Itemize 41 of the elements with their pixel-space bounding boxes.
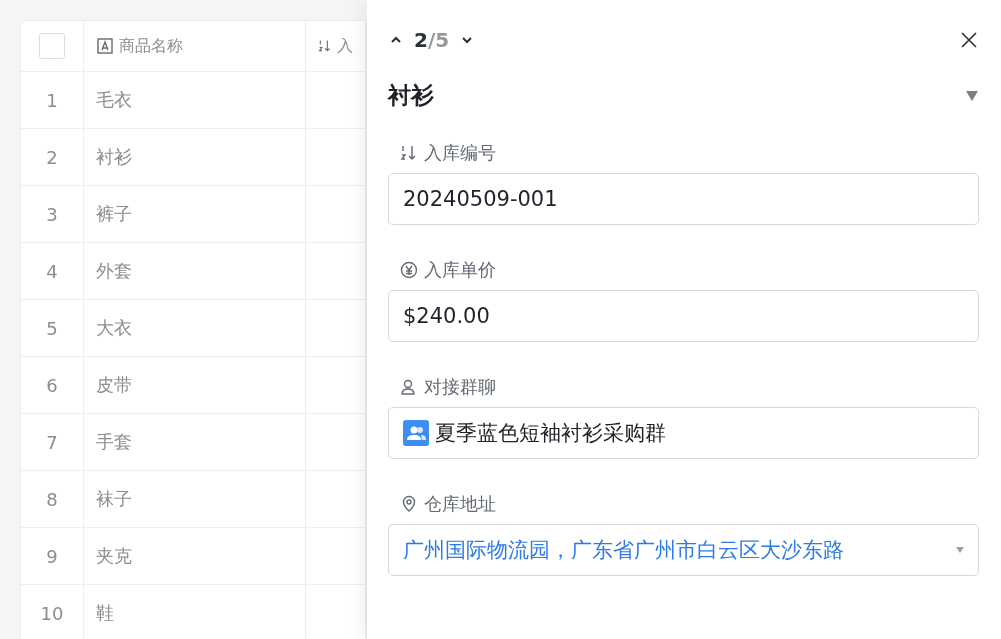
row-number: 2: [21, 129, 84, 185]
input-field[interactable]: 夏季蓝色短袖衬衫采购群: [388, 407, 979, 459]
input-field[interactable]: 20240509-001: [388, 173, 979, 225]
field-label: 入库单价: [424, 258, 496, 282]
yuan-icon: [400, 261, 418, 279]
row-number: 9: [21, 528, 84, 584]
row-number: 5: [21, 300, 84, 356]
record-counter: 2/5: [414, 28, 450, 52]
field-label: 对接群聊: [424, 375, 496, 399]
column-header[interactable]: 商品名称: [84, 21, 306, 71]
table-cell: 外套: [84, 243, 306, 299]
address-dropdown[interactable]: 广州国际物流园，广东省广州市白云区大沙东路: [388, 524, 979, 576]
table-cell: 夹克: [84, 528, 306, 584]
row-number: 6: [21, 357, 84, 413]
row-number: 1: [21, 72, 84, 128]
text-field-icon: [96, 37, 114, 55]
row-number: 10: [21, 585, 84, 639]
table-cell: 鞋: [84, 585, 306, 639]
input-field[interactable]: $240.00: [388, 290, 979, 342]
row-number: 3: [21, 186, 84, 242]
field-label: 入库编号: [424, 141, 496, 165]
table-cell: 衬衫: [84, 129, 306, 185]
table-cell: 毛衣: [84, 72, 306, 128]
row-number: 7: [21, 414, 84, 470]
record-title: 衬衫: [388, 81, 434, 110]
caret-icon[interactable]: [965, 89, 979, 102]
field-label: 仓库地址: [424, 492, 496, 516]
row-number: 8: [21, 471, 84, 527]
table-cell: 手套: [84, 414, 306, 470]
table-cell: 裤子: [84, 186, 306, 242]
sort-icon: [400, 144, 418, 162]
table-cell: 皮带: [84, 357, 306, 413]
table-cell: 大衣: [84, 300, 306, 356]
person-icon: [400, 378, 418, 396]
caret-icon: [956, 547, 964, 553]
select-all-checkbox[interactable]: [39, 33, 65, 59]
group-chat-icon: [403, 420, 429, 446]
close-icon[interactable]: [959, 30, 979, 50]
location-pin-icon: [400, 495, 418, 513]
table-cell: 袜子: [84, 471, 306, 527]
row-number: 4: [21, 243, 84, 299]
